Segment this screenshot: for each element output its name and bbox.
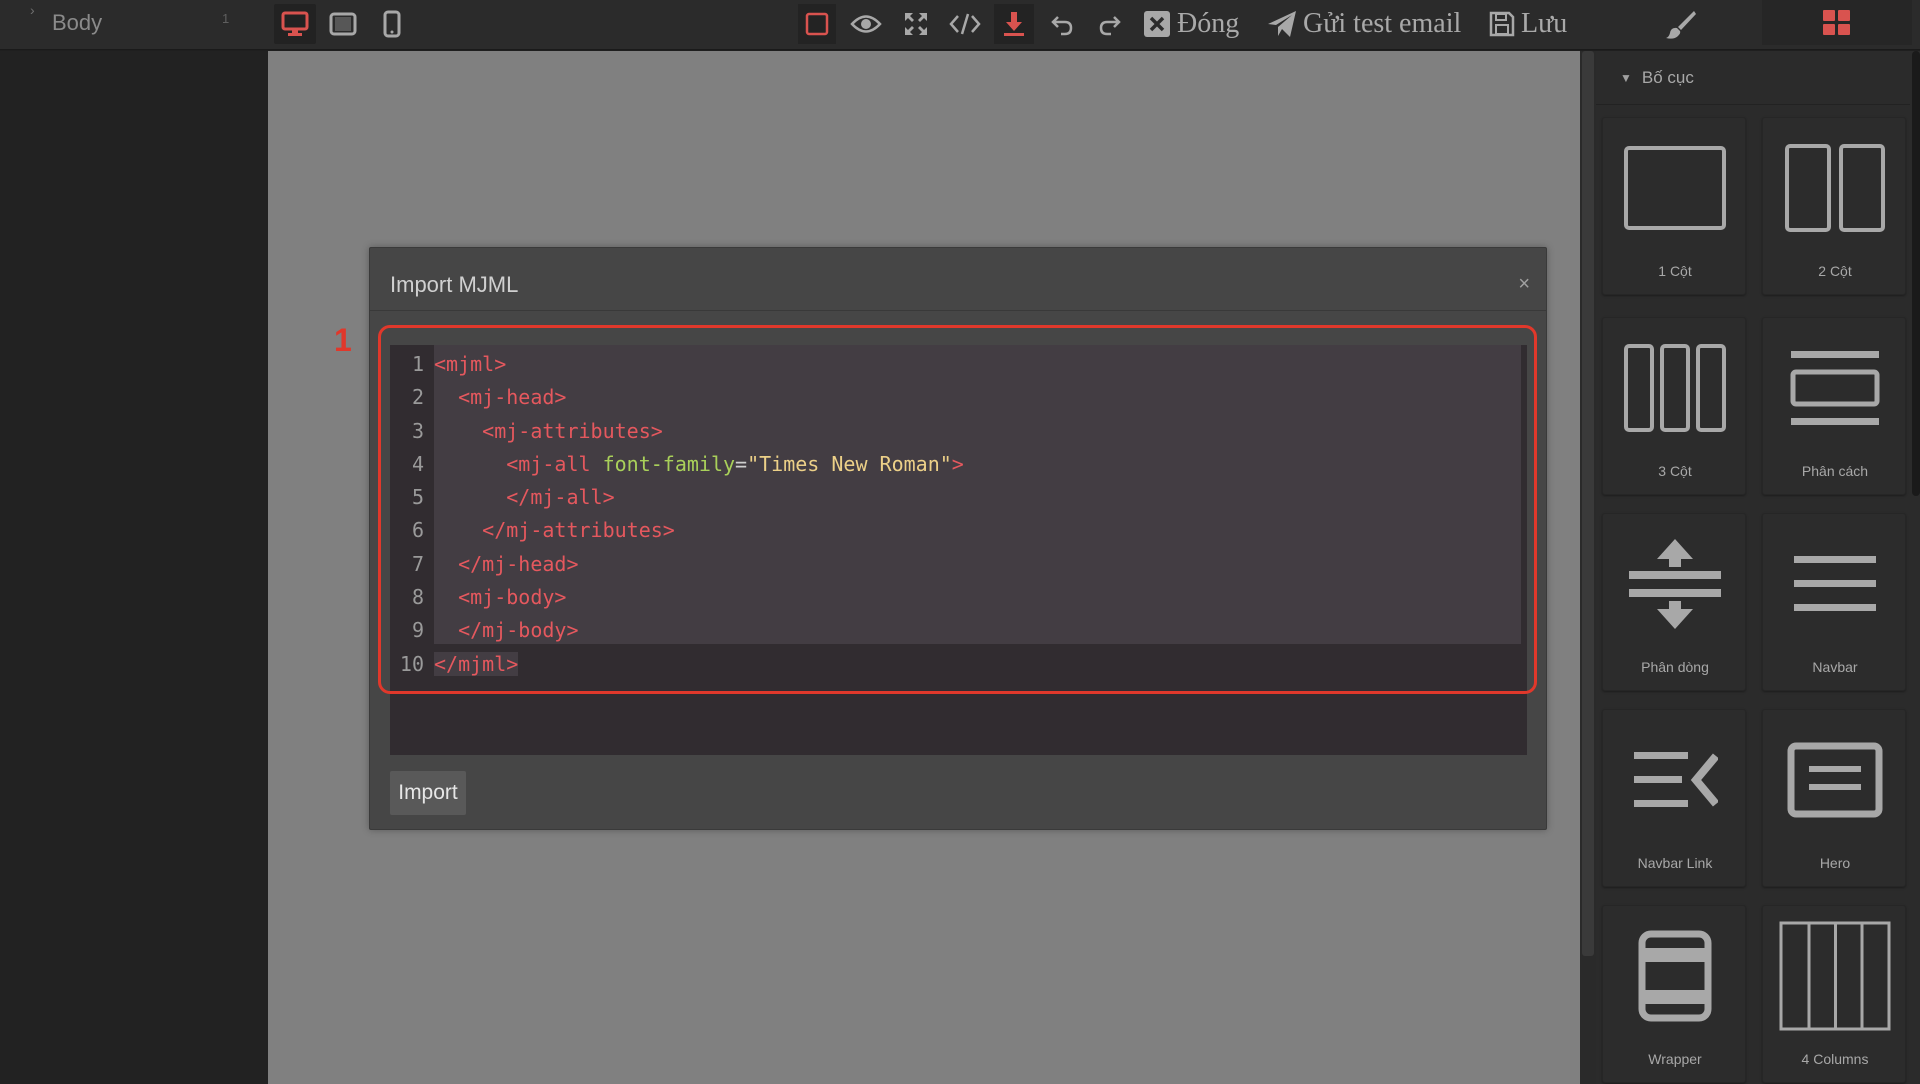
- blocks-panel: ▼ Bố cục 1 Cột 2 Cột 3 Cột Phân cách Phâ…: [1596, 51, 1920, 1084]
- close-icon[interactable]: ×: [1518, 274, 1530, 294]
- block-label: Phân cách: [1801, 463, 1869, 479]
- block-2-columns[interactable]: 2 Cột: [1762, 117, 1906, 295]
- block-wrapper[interactable]: Wrapper: [1602, 905, 1746, 1083]
- three-columns-icon: [1624, 344, 1726, 432]
- block-hero[interactable]: Hero: [1762, 709, 1906, 887]
- style-manager-button[interactable]: [1660, 4, 1702, 44]
- block-navbar-link[interactable]: Navbar Link: [1602, 709, 1746, 887]
- block-spacer[interactable]: Phân dòng: [1602, 513, 1746, 691]
- layer-body-label[interactable]: Body: [52, 10, 102, 36]
- navbar-link-icon: [1634, 752, 1718, 807]
- block-label: Wrapper: [1648, 1051, 1702, 1067]
- code-icon: [949, 13, 981, 35]
- fullscreen-button[interactable]: [896, 4, 936, 44]
- paper-plane-icon: [1268, 11, 1296, 37]
- device-mobile-button[interactable]: [371, 4, 413, 44]
- undo-icon: [1051, 16, 1073, 36]
- annotation-number: 1: [334, 322, 352, 358]
- device-tablet-button[interactable]: [322, 4, 364, 44]
- square-outline-icon: [805, 12, 829, 36]
- import-submit-button[interactable]: Import: [390, 771, 466, 815]
- floppy-disk-icon: [1489, 11, 1515, 37]
- eye-icon: [850, 15, 882, 33]
- canvas-scrollbar-thumb[interactable]: [1582, 51, 1594, 956]
- close-editor-button[interactable]: Đóng: [1142, 4, 1239, 44]
- send-test-email-button[interactable]: Gửi test email: [1266, 4, 1461, 44]
- chevron-right-icon[interactable]: ›: [30, 2, 35, 18]
- block-label: Navbar Link: [1637, 855, 1713, 871]
- one-column-icon: [1624, 146, 1726, 230]
- hero-icon: [1787, 742, 1883, 818]
- undo-button[interactable]: [1042, 4, 1082, 44]
- annotation-highlight-box: [378, 325, 1537, 694]
- block-label: 2 Cột: [1818, 263, 1852, 279]
- block-navbar[interactable]: Navbar: [1762, 513, 1906, 691]
- layer-panel: [0, 51, 268, 1084]
- modal-title: Import MJML: [390, 272, 519, 297]
- canvas-scrollbar[interactable]: [1580, 51, 1596, 1084]
- category-header[interactable]: ▼ Bố cục: [1596, 51, 1910, 105]
- desktop-icon: [281, 11, 309, 36]
- grid-icon: [1823, 9, 1850, 35]
- close-square-icon: [1144, 11, 1170, 37]
- download-icon: [1004, 12, 1024, 36]
- layer-count: 1: [222, 11, 230, 26]
- navbar-icon: [1794, 556, 1876, 611]
- view-components-button[interactable]: [798, 4, 836, 44]
- send-test-email-label: Gửi test email: [1303, 8, 1462, 39]
- four-columns-icon: [1779, 921, 1891, 1031]
- modal-header: Import MJML ×: [370, 248, 1546, 311]
- wrapper-icon: [1638, 930, 1712, 1022]
- import-button[interactable]: [994, 4, 1034, 44]
- preview-button[interactable]: [846, 4, 886, 44]
- block-1-column[interactable]: 1 Cột: [1602, 117, 1746, 295]
- block-label: Navbar: [1812, 659, 1858, 675]
- blocks-panel-button[interactable]: [1762, 0, 1912, 45]
- two-columns-icon: [1785, 144, 1885, 232]
- block-4-columns[interactable]: 4 Columns: [1762, 905, 1906, 1083]
- spacer-icon: [1629, 539, 1721, 629]
- block-label: 4 Columns: [1801, 1051, 1869, 1067]
- block-label: 1 Cột: [1658, 263, 1692, 279]
- block-label: 3 Cột: [1658, 463, 1692, 479]
- top-toolbar: › Body 1 Đóng Gửi test email Lưu: [0, 0, 1920, 50]
- paint-brush-icon: [1666, 11, 1696, 39]
- save-label: Lưu: [1521, 8, 1568, 39]
- close-editor-label: Đóng: [1177, 8, 1240, 39]
- device-desktop-button[interactable]: [274, 4, 316, 44]
- caret-down-icon: ▼: [1620, 70, 1632, 85]
- code-view-button[interactable]: [944, 4, 986, 44]
- blocks-panel-scrollbar[interactable]: [1912, 51, 1920, 496]
- divider-icon: [1790, 351, 1880, 425]
- block-divider[interactable]: Phân cách: [1762, 317, 1906, 495]
- tablet-icon: [329, 12, 357, 36]
- block-label: Hero: [1819, 855, 1851, 871]
- block-label: Phân dòng: [1641, 659, 1709, 675]
- save-button[interactable]: Lưu: [1488, 4, 1567, 44]
- block-3-columns[interactable]: 3 Cột: [1602, 317, 1746, 495]
- category-title: Bố cục: [1641, 67, 1694, 87]
- redo-button[interactable]: [1090, 4, 1130, 44]
- redo-icon: [1099, 16, 1121, 36]
- expand-icon: [905, 13, 927, 35]
- mobile-icon: [383, 10, 401, 38]
